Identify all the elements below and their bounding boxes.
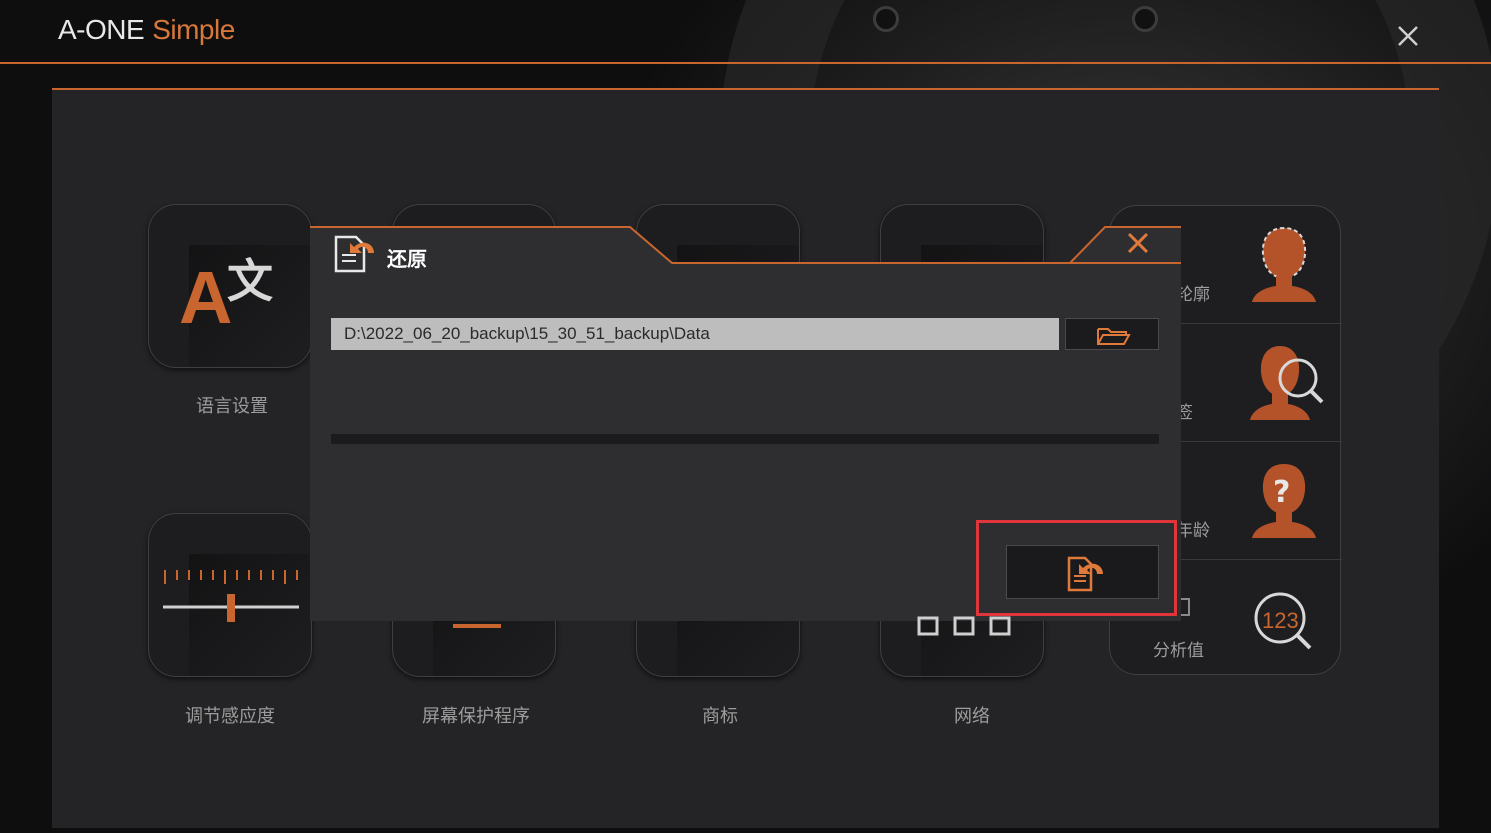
- sensitivity-slider-icon: [163, 570, 299, 622]
- tile-language-settings[interactable]: A 文: [148, 204, 312, 368]
- face-question-icon: ?: [1252, 464, 1316, 538]
- language-icon: A 文: [179, 254, 273, 339]
- browse-folder-button[interactable]: [1065, 318, 1159, 350]
- list-label: 轮廓: [1176, 285, 1210, 305]
- window-close-icon[interactable]: [1390, 18, 1426, 54]
- app-title-sub: Simple: [152, 14, 235, 45]
- app-title-main: A-ONE: [58, 14, 145, 45]
- tile-label-language-settings: 语言设置: [196, 396, 268, 417]
- face-search-icon: [1250, 346, 1324, 420]
- svg-text:文: 文: [227, 254, 273, 308]
- list-label: 年龄: [1176, 521, 1210, 541]
- app-window: A-ONE Simple A 文 语言设置 调节感应度 屏幕保护程序 商标 网络…: [0, 0, 1491, 833]
- restore-dialog: 还原 D:\2022_06_20_backup\15_30_51_backup\…: [310, 225, 1181, 621]
- tile-network[interactable]: [880, 513, 1044, 677]
- backup-path-field[interactable]: D:\2022_06_20_backup\15_30_51_backup\Dat…: [331, 318, 1059, 350]
- face-outline-icon: [1252, 226, 1316, 302]
- screensaver-icon: [453, 624, 501, 628]
- svg-text:A: A: [179, 256, 232, 339]
- restore-progress-bar: [331, 434, 1159, 444]
- svg-text:?: ?: [1273, 475, 1290, 510]
- list-label: 分析值: [1153, 641, 1204, 661]
- analysis-123-icon: 123: [1254, 592, 1312, 650]
- tile-label-logo: 商标: [702, 706, 738, 727]
- tile-label-screensaver: 屏幕保护程序: [422, 706, 530, 727]
- folder-open-icon: [1097, 328, 1131, 345]
- tile-sensitivity[interactable]: [148, 513, 312, 677]
- tile-label-sensitivity: 调节感应度: [185, 706, 275, 727]
- title-bar: A-ONE Simple: [0, 0, 1491, 64]
- network-icon: [917, 616, 1011, 636]
- svg-text:123: 123: [1262, 608, 1299, 633]
- dialog-title: 还原: [387, 247, 427, 271]
- tile-label-network: 网络: [954, 706, 990, 727]
- restore-file-icon: [334, 235, 374, 273]
- close-icon[interactable]: [1122, 228, 1154, 258]
- app-title: A-ONE Simple: [58, 14, 235, 46]
